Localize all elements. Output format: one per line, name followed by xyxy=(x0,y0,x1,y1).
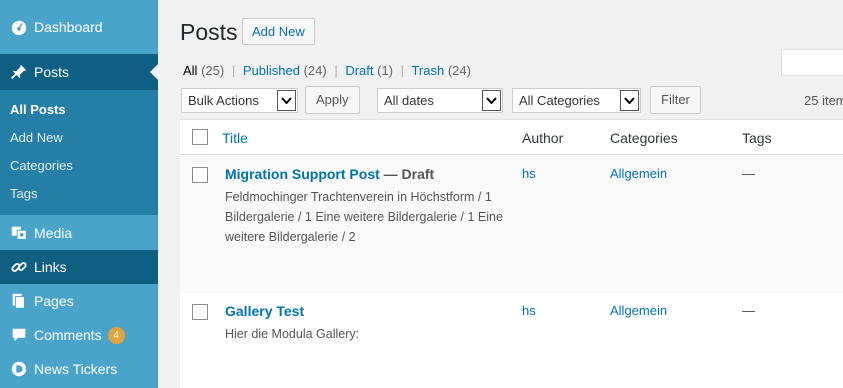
news-ticker-icon xyxy=(0,360,34,378)
separator: | xyxy=(231,63,236,78)
filter-button[interactable]: Filter xyxy=(650,86,701,114)
menu-posts-label: Posts xyxy=(34,64,70,80)
menu-dashboard[interactable]: Dashboard xyxy=(0,10,158,44)
author-link[interactable]: hs xyxy=(522,166,536,181)
filter-all-count: (25) xyxy=(201,63,225,78)
category-link[interactable]: Allgemein xyxy=(610,166,667,181)
menu-media[interactable]: Media xyxy=(0,216,158,250)
bulk-actions-value: Bulk Actions xyxy=(188,93,259,108)
filter-trash[interactable]: Trash xyxy=(411,63,444,78)
menu-links[interactable]: Links xyxy=(0,250,158,284)
menu-media-label: Media xyxy=(34,225,73,241)
main-content: Posts Add New All (25) | Published (24) … xyxy=(158,0,843,388)
add-new-button[interactable]: Add New xyxy=(242,18,315,45)
chevron-down-icon xyxy=(620,90,639,111)
post-excerpt: Hier die Modula Gallery: xyxy=(225,327,360,341)
submenu-add-new[interactable]: Add New xyxy=(10,130,63,145)
category-filter-select[interactable]: All Categories xyxy=(512,88,641,113)
menu-news-tickers[interactable]: News Tickers xyxy=(0,352,158,386)
admin-sidebar: Dashboard Posts All Posts Add New Catego… xyxy=(0,0,158,388)
items-count: 25 item xyxy=(804,93,843,108)
posts-submenu: All Posts Add New Categories Tags xyxy=(0,90,158,215)
select-all-checkbox[interactable] xyxy=(192,129,208,145)
bulk-actions-select[interactable]: Bulk Actions xyxy=(181,88,298,113)
menu-links-label: Links xyxy=(34,259,67,275)
menu-posts[interactable]: Posts xyxy=(0,54,158,90)
separator: | xyxy=(400,63,405,78)
post-title-link[interactable]: Migration Support Post — Draft xyxy=(225,166,434,182)
posts-table: Title Author Categories Tags Migration S… xyxy=(180,119,843,388)
chevron-down-icon xyxy=(277,90,296,111)
media-icon xyxy=(0,224,34,242)
apply-button[interactable]: Apply xyxy=(305,86,360,114)
comments-count-badge: 4 xyxy=(107,326,125,344)
chevron-down-icon xyxy=(482,90,501,111)
category-filter-value: All Categories xyxy=(519,93,600,108)
filter-all[interactable]: All xyxy=(183,63,197,78)
table-header: Title Author Categories Tags xyxy=(180,120,843,155)
menu-dashboard-label: Dashboard xyxy=(34,19,103,35)
link-icon xyxy=(0,258,34,276)
date-filter-select[interactable]: All dates xyxy=(377,88,503,113)
filter-published-count: (24) xyxy=(303,63,327,78)
filter-draft[interactable]: Draft xyxy=(345,63,373,78)
table-row: Gallery Test Hier die Modula Gallery: hs… xyxy=(180,293,843,388)
column-title-header[interactable]: Title xyxy=(222,130,248,146)
tags-cell: — xyxy=(742,303,755,318)
menu-pages[interactable]: Pages xyxy=(0,284,158,318)
page-title: Posts xyxy=(180,19,238,45)
author-link[interactable]: hs xyxy=(522,303,536,318)
submenu-all-posts[interactable]: All Posts xyxy=(10,102,66,117)
column-tags-header: Tags xyxy=(742,130,772,146)
submenu-tags[interactable]: Tags xyxy=(10,186,37,201)
category-link[interactable]: Allgemein xyxy=(610,303,667,318)
date-filter-value: All dates xyxy=(384,93,434,108)
post-state: — Draft xyxy=(379,166,435,182)
row-checkbox[interactable] xyxy=(192,167,208,183)
table-row: Migration Support Post — Draft Feldmochi… xyxy=(180,156,843,293)
comment-icon xyxy=(0,326,34,344)
post-excerpt: Feldmochinger Trachtenverein in Höchstfo… xyxy=(225,190,503,244)
column-author-header: Author xyxy=(522,130,564,146)
separator: | xyxy=(334,63,338,78)
post-title-link[interactable]: Gallery Test xyxy=(225,303,304,319)
status-filter-links: All (25) | Published (24) | Draft (1) | … xyxy=(183,63,471,78)
pin-icon xyxy=(0,63,34,81)
row-checkbox[interactable] xyxy=(192,304,208,320)
pages-icon xyxy=(0,292,34,310)
menu-news-tickers-label: News Tickers xyxy=(34,361,118,377)
dashboard-icon xyxy=(0,18,34,36)
tags-cell: — xyxy=(742,166,755,181)
column-categories-header: Categories xyxy=(610,130,678,146)
menu-comments[interactable]: Comments 4 xyxy=(0,318,158,352)
submenu-categories[interactable]: Categories xyxy=(10,158,73,173)
filter-trash-count: (24) xyxy=(447,63,471,78)
menu-pages-label: Pages xyxy=(34,293,74,309)
search-input[interactable] xyxy=(781,49,843,76)
filter-published[interactable]: Published xyxy=(243,63,300,78)
filter-draft-count: (1) xyxy=(377,63,394,78)
menu-comments-label: Comments xyxy=(34,327,102,343)
